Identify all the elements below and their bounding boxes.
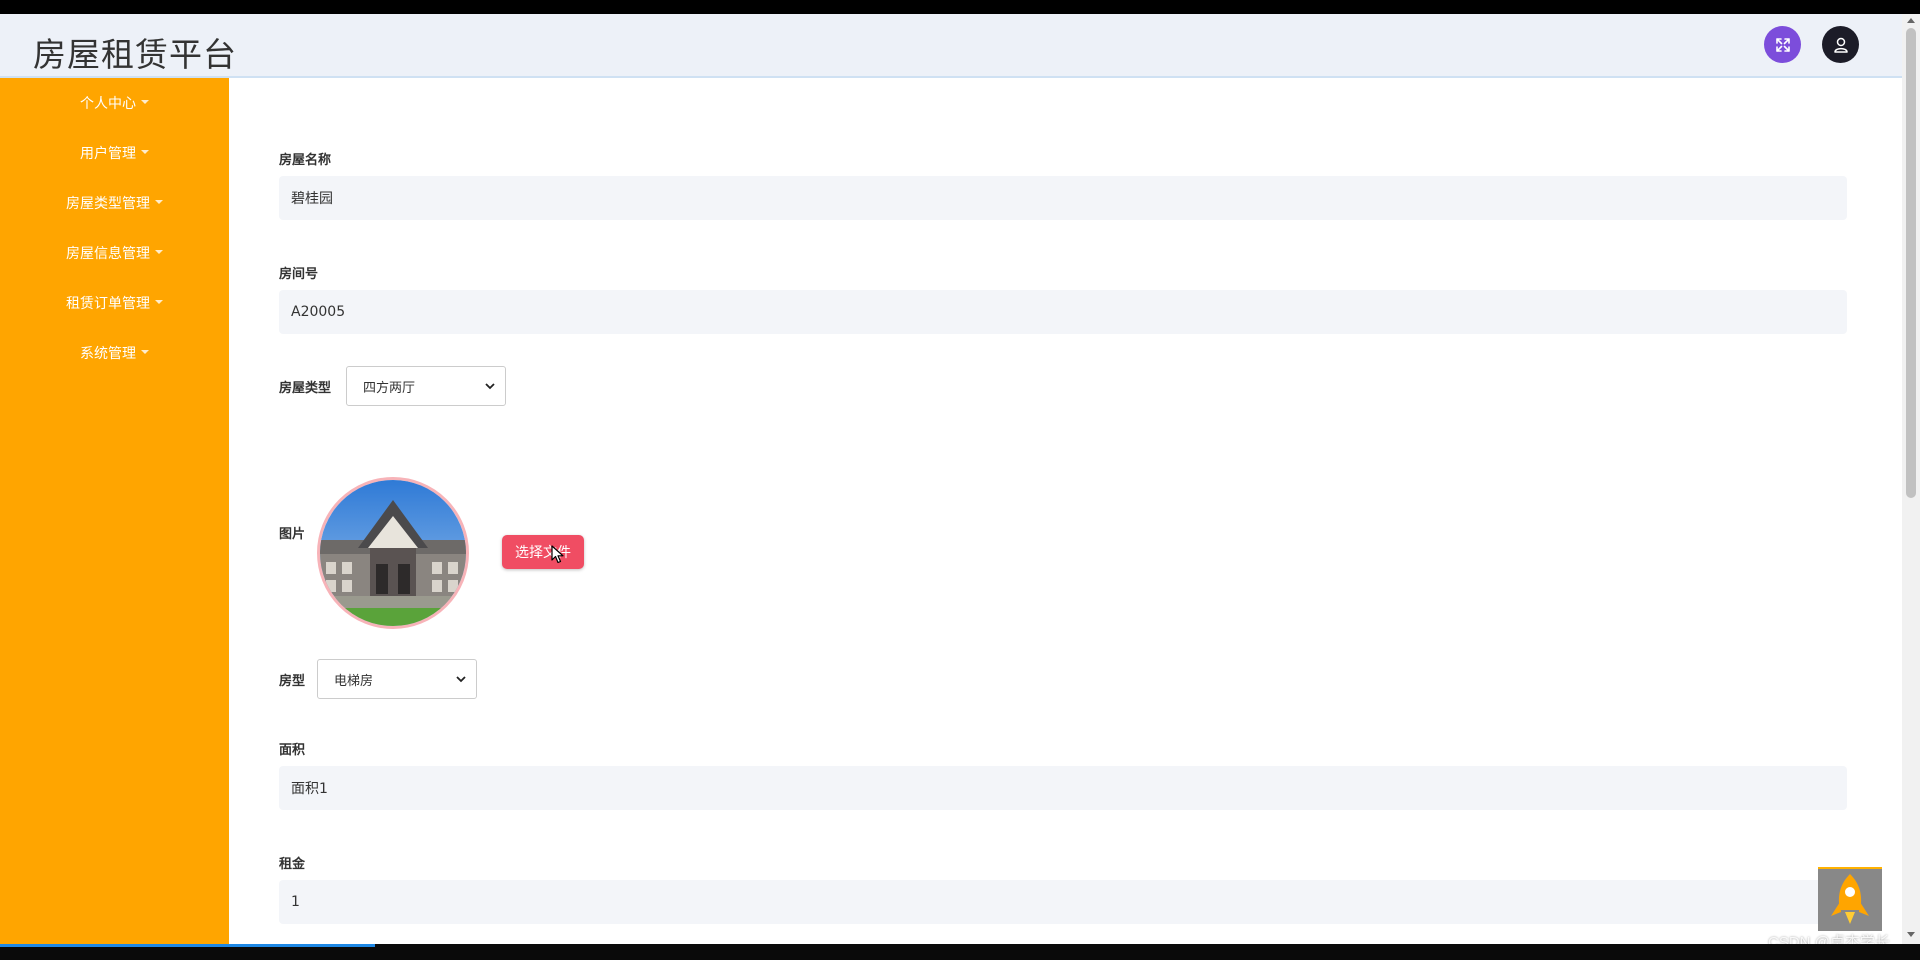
caret-down-icon (155, 199, 163, 204)
sidebar-item-label: 房屋类型管理 (66, 196, 150, 212)
layout-select[interactable]: 电梯房 (317, 659, 477, 699)
fullscreen-button[interactable] (1764, 26, 1801, 63)
expand-arrows-icon (1775, 37, 1790, 52)
sidebar-item-system-management[interactable]: 系统管理 (0, 328, 229, 378)
caret-down-icon (155, 299, 163, 304)
scroll-up-arrow-icon[interactable] (1907, 18, 1915, 23)
taskbar-progress-line (0, 944, 375, 947)
sidebar-item-label: 租赁订单管理 (66, 296, 150, 312)
room-number-label: 房间号 (279, 267, 319, 282)
house-type-selected: 四方两厅 (363, 380, 416, 396)
rent-input[interactable]: 1 (279, 880, 1847, 924)
layout-selected: 电梯房 (334, 673, 374, 689)
sidebar: 个人中心 用户管理 房屋类型管理 房屋信息管理 租赁订单管理 系统管理 (0, 78, 229, 944)
sidebar-item-label: 房屋信息管理 (66, 246, 150, 262)
rocket-icon (1831, 874, 1869, 924)
caret-down-icon (141, 149, 149, 154)
user-icon (1833, 37, 1848, 53)
sidebar-item-label: 个人中心 (80, 96, 136, 112)
area-input[interactable]: 面积1 (279, 766, 1847, 810)
watermark-text: CSDN @卓杰学长 (1768, 934, 1890, 944)
house-type-select[interactable]: 四方两厅 (346, 366, 506, 406)
sidebar-item-rental-order-management[interactable]: 租赁订单管理 (0, 278, 229, 328)
choose-file-button[interactable]: 选择文件 (502, 535, 584, 569)
sidebar-item-house-info-management[interactable]: 房屋信息管理 (0, 228, 229, 278)
sidebar-item-user-management[interactable]: 用户管理 (0, 128, 229, 178)
caret-down-icon (141, 99, 149, 104)
main-content: 房屋名称 碧桂园 房间号 A20005 房屋类型 四方两厅 图片 选择文件 房型… (229, 78, 1902, 944)
room-number-input[interactable]: A20005 (279, 290, 1847, 334)
picture-label: 图片 (279, 527, 306, 542)
sidebar-item-house-type-management[interactable]: 房屋类型管理 (0, 178, 229, 228)
sidebar-item-label: 用户管理 (80, 146, 136, 162)
house-name-input[interactable]: 碧桂园 (279, 176, 1847, 220)
mouse-cursor-icon (551, 545, 564, 564)
sidebar-item-personal-center[interactable]: 个人中心 (0, 78, 229, 128)
taskbar (0, 944, 1920, 960)
scrollbar-thumb[interactable] (1906, 28, 1916, 498)
caret-down-icon (141, 349, 149, 354)
scroll-down-arrow-icon[interactable] (1907, 932, 1915, 937)
house-photo (317, 477, 469, 629)
house-photo-image (320, 480, 466, 626)
layout-label: 房型 (279, 674, 306, 689)
app-title: 房屋租赁平台 (33, 35, 237, 74)
area-label: 面积 (279, 743, 306, 758)
sidebar-item-label: 系统管理 (80, 346, 136, 362)
vertical-scrollbar[interactable] (1902, 14, 1920, 944)
top-header: 房屋租赁平台 (0, 14, 1902, 78)
rent-label: 租金 (279, 857, 306, 872)
chevron-down-icon (485, 382, 495, 389)
house-type-label: 房屋类型 (279, 381, 332, 396)
chevron-down-icon (456, 675, 466, 682)
house-name-label: 房屋名称 (279, 153, 332, 168)
browser-viewport: 房屋租赁平台 个人中心 用户管理 房屋类型管理 房屋信息管理 租赁订单管理 系统… (0, 14, 1920, 944)
back-to-top-button[interactable] (1818, 867, 1882, 931)
user-menu-button[interactable] (1822, 26, 1859, 63)
caret-down-icon (155, 249, 163, 254)
